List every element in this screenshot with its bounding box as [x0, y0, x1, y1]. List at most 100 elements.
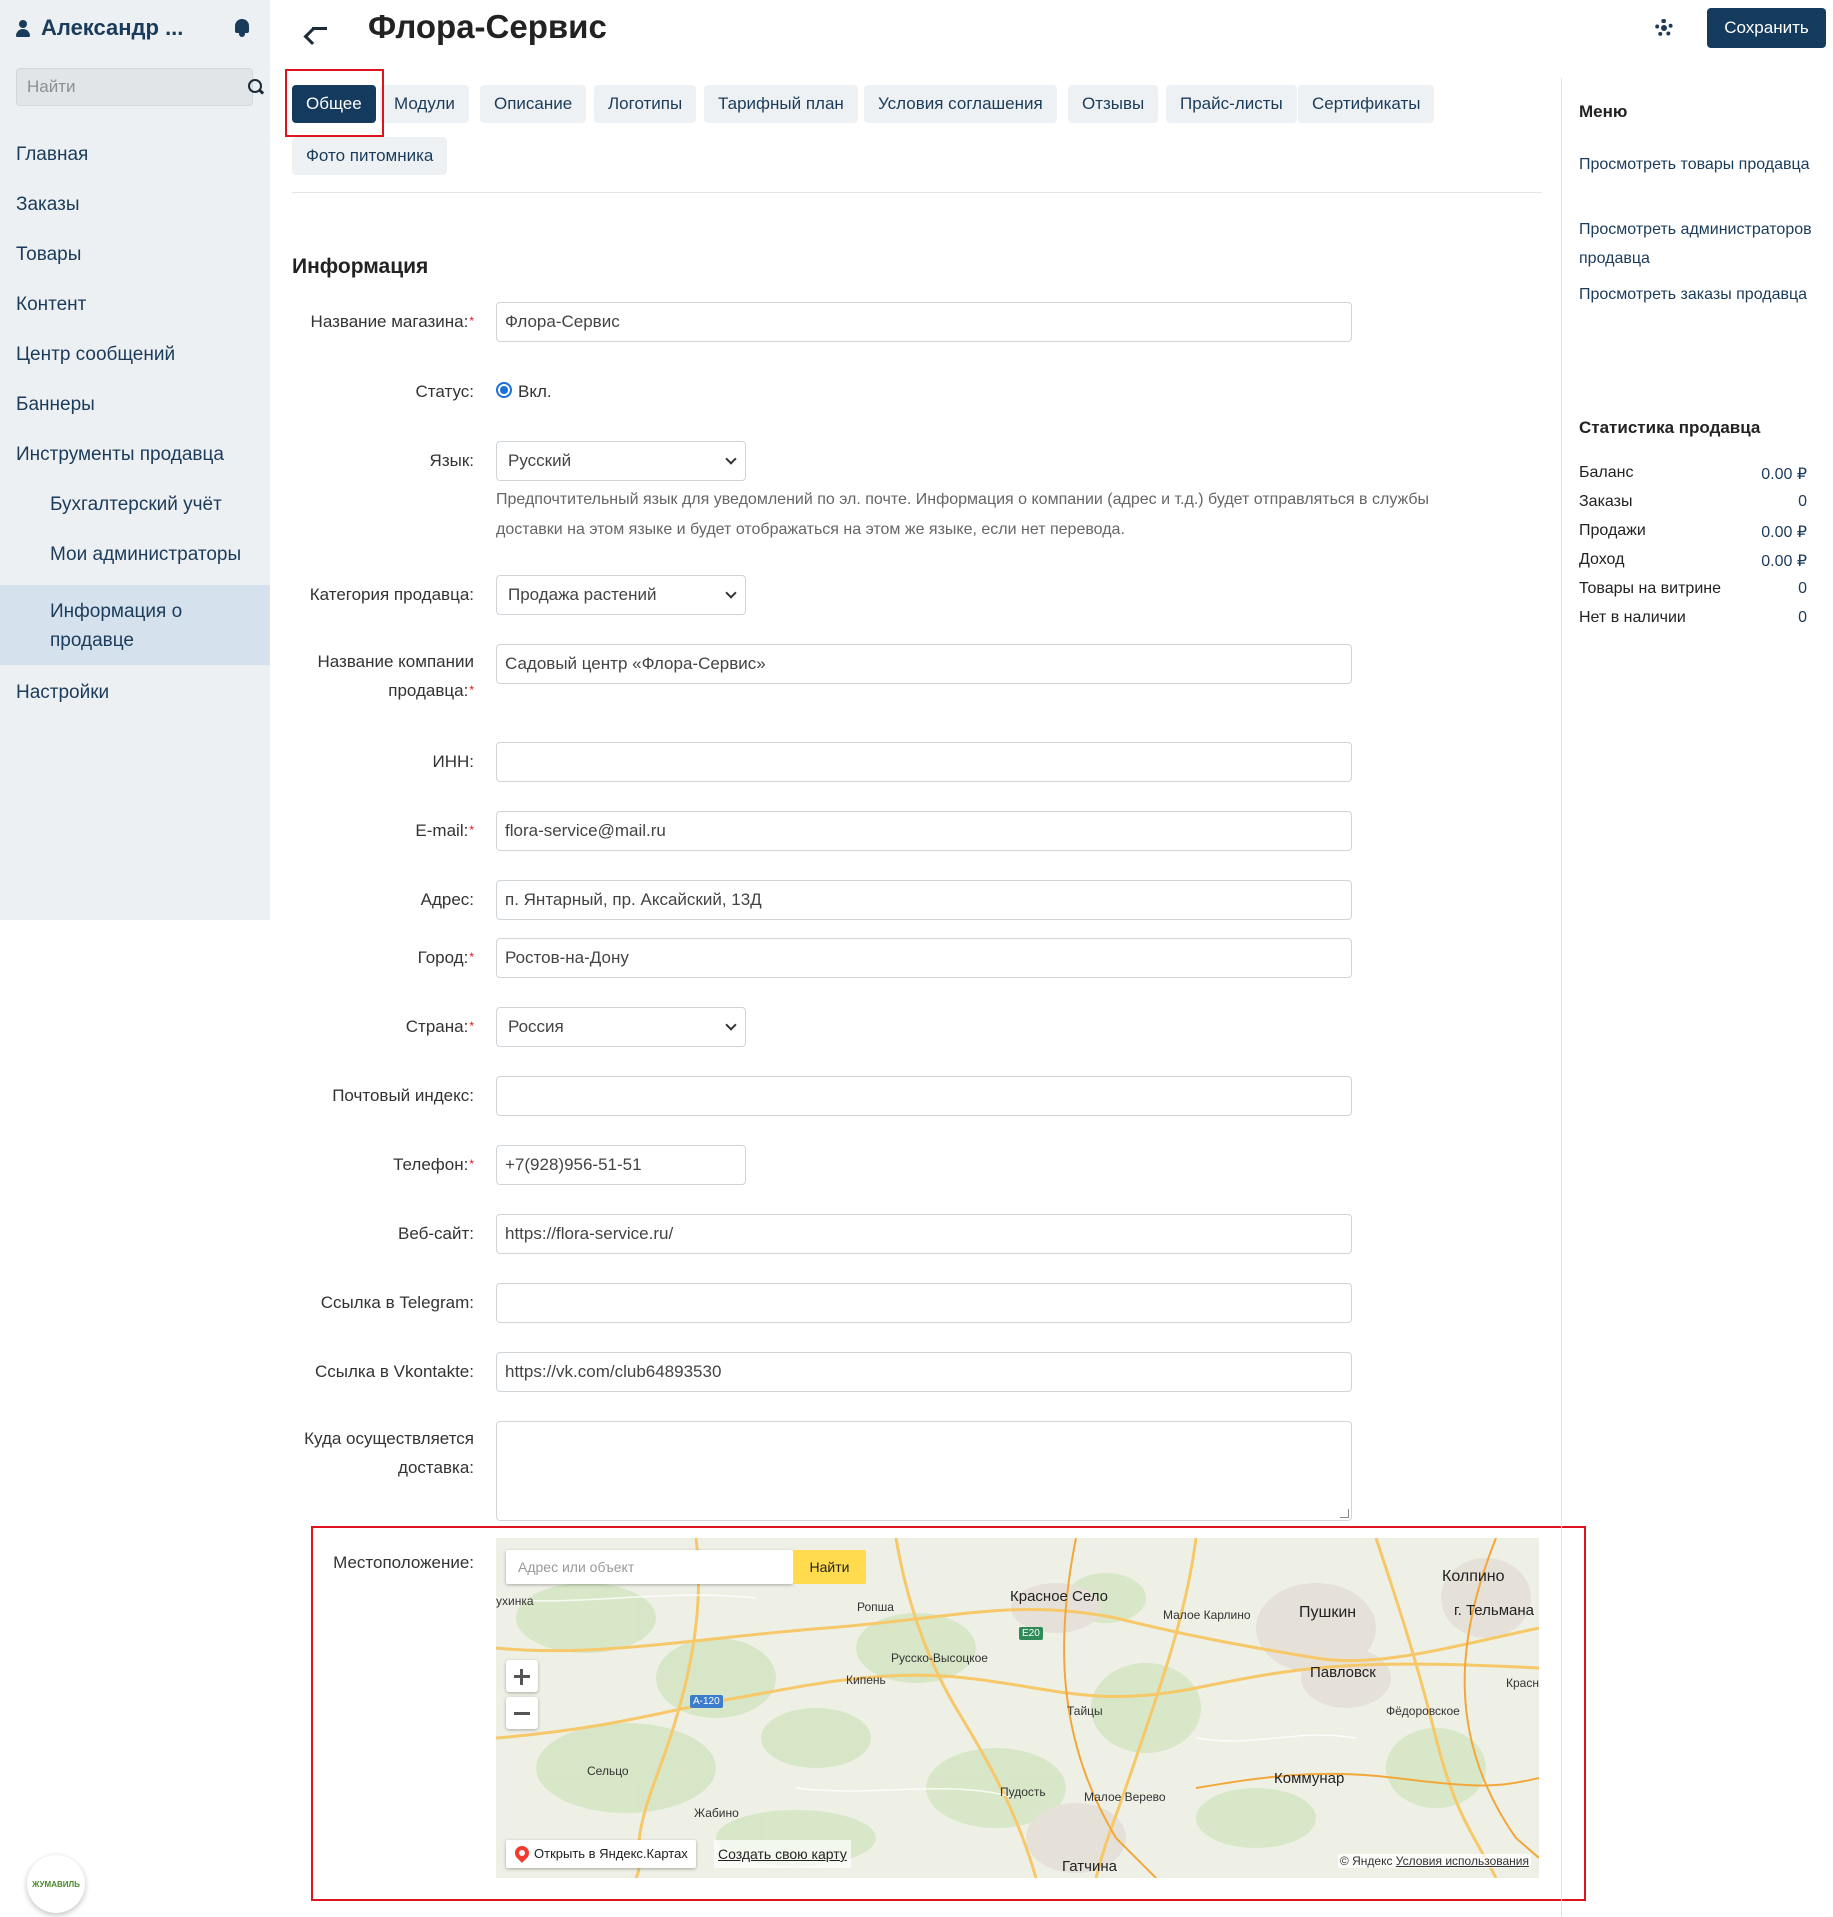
link-view-orders[interactable]: Просмотреть заказы продавца: [1579, 280, 1814, 309]
city-label: Город:*: [417, 948, 474, 967]
map-label: Гатчина: [1062, 1858, 1117, 1875]
website-input[interactable]: https://flora-service.ru/: [496, 1214, 1352, 1254]
telegram-input[interactable]: [496, 1283, 1352, 1323]
stat-row-orders: Заказы 0: [1579, 493, 1807, 511]
tab-tariff[interactable]: Тарифный план: [704, 85, 858, 123]
inn-input[interactable]: [496, 742, 1352, 782]
stat-label: Доход: [1579, 551, 1625, 568]
zip-input[interactable]: [496, 1076, 1352, 1116]
sidebar-item-home[interactable]: Главная: [0, 135, 270, 185]
sidebar-item-my-admins[interactable]: Мои администраторы: [0, 535, 270, 585]
sidebar-item-orders[interactable]: Заказы: [0, 185, 270, 235]
create-map-link[interactable]: Создать свою карту: [714, 1840, 851, 1868]
tab-logos[interactable]: Логотипы: [594, 85, 697, 123]
sidebar-item-settings[interactable]: Настройки: [0, 673, 270, 723]
sidebar-item-vendor-info[interactable]: Информация о продавце: [0, 585, 270, 665]
divider: [292, 192, 1542, 193]
map-label: Тайцы: [1067, 1704, 1103, 1718]
delivery-label: Куда осуществляется доставка:: [304, 1429, 474, 1477]
status-on-radio[interactable]: [496, 382, 512, 398]
tab-terms[interactable]: Условия соглашения: [864, 85, 1057, 123]
category-value: Продажа растений: [508, 585, 657, 604]
sidebar-item-vendor-tools[interactable]: Инструменты продавца: [0, 435, 270, 485]
tab-reviews[interactable]: Отзывы: [1068, 85, 1159, 123]
menu-title: Меню: [1579, 102, 1628, 121]
chevron-down-icon: [725, 453, 737, 465]
map-label: Кипень: [846, 1673, 886, 1687]
tab-modules[interactable]: Модули: [380, 85, 469, 123]
road-shield: E20: [1019, 1627, 1043, 1640]
user-name[interactable]: Александр ...: [41, 15, 233, 41]
category-label: Категория продавца:: [309, 585, 474, 604]
stat-row-on-showcase: Товары на витрине 0: [1579, 580, 1807, 598]
gear-icon[interactable]: [1655, 19, 1673, 37]
map-label: Ропша: [857, 1600, 894, 1614]
stat-label: Заказы: [1579, 493, 1633, 510]
map-label: Коммунар: [1274, 1770, 1345, 1787]
copyright-text: © Яндекс: [1339, 1854, 1393, 1868]
country-label: Страна:*: [405, 1017, 474, 1036]
sidebar-item-banners[interactable]: Баннеры: [0, 385, 270, 435]
map-label: Жабино: [694, 1806, 739, 1820]
yandex-map[interactable]: ухинка Колпино г. Тельмана Красное Село …: [496, 1538, 1539, 1878]
sidebar-item-messages[interactable]: Центр сообщений: [0, 335, 270, 385]
inn-label: ИНН:: [432, 752, 475, 771]
language-help: Предпочтительный язык для уведомлений по…: [496, 491, 1430, 538]
tab-nursery-photos[interactable]: Фото питомника: [292, 137, 448, 175]
status-on-label: Вкл.: [518, 382, 552, 401]
resize-handle-icon[interactable]: [1340, 1509, 1349, 1518]
language-value: Русский: [508, 451, 572, 470]
status-label: Статус:: [415, 382, 474, 401]
bell-icon[interactable]: [233, 18, 251, 38]
company-name-input[interactable]: Садовый центр «Флора-Сервис»: [496, 644, 1352, 684]
delivery-textarea[interactable]: [496, 1421, 1352, 1521]
zip-label: Почтовый индекс:: [332, 1086, 474, 1105]
open-in-yandex-maps-button[interactable]: Открыть в Яндекс.Картах: [506, 1840, 696, 1868]
zoom-in-icon[interactable]: [506, 1660, 538, 1692]
sidebar-item-products[interactable]: Товары: [0, 235, 270, 285]
sidebar: Александр ... Главная Заказы Товары Конт…: [0, 0, 270, 920]
country-select[interactable]: Россия: [496, 1007, 746, 1047]
stat-value: 0.00 ₽: [1761, 524, 1807, 541]
shop-name-input[interactable]: Флора-Сервис: [496, 302, 1352, 342]
stat-row-balance: Баланс 0.00 ₽: [1579, 464, 1807, 484]
map-label: Пудость: [1000, 1785, 1046, 1799]
back-arrow-icon[interactable]: [309, 18, 329, 38]
map-label: Пушкин: [1299, 1604, 1357, 1621]
email-input[interactable]: flora-service@mail.ru: [496, 811, 1352, 851]
map-label: Колпино: [1442, 1568, 1505, 1585]
user-icon: [16, 19, 30, 37]
tab-certificates[interactable]: Сертификаты: [1298, 85, 1435, 123]
search-input[interactable]: [27, 77, 248, 97]
map-label: Малое Карлино: [1163, 1608, 1251, 1622]
road-shield: А-120: [690, 1695, 723, 1708]
address-label: Адрес:: [420, 890, 474, 909]
location-label: Местоположение:: [333, 1553, 474, 1572]
address-input[interactable]: п. Янтарный, пр. Аксайский, 13Д: [496, 880, 1352, 920]
city-input[interactable]: Ростов-на-Дону: [496, 938, 1352, 978]
sidebar-item-accounting[interactable]: Бухгалтерский учёт: [0, 485, 270, 535]
phone-label: Телефон:*: [393, 1155, 474, 1174]
stat-value: 0.00 ₽: [1761, 466, 1807, 483]
zoom-out-icon[interactable]: [506, 1697, 538, 1729]
right-panel-divider: [1561, 78, 1562, 1917]
save-button[interactable]: Сохранить: [1707, 8, 1826, 48]
tab-description[interactable]: Описание: [480, 85, 587, 123]
tab-price-lists[interactable]: Прайс-листы: [1166, 85, 1297, 123]
language-select[interactable]: Русский: [496, 441, 746, 481]
map-search-input[interactable]: Адрес или объект: [506, 1550, 793, 1584]
vk-input[interactable]: https://vk.com/club64893530: [496, 1352, 1352, 1392]
language-label: Язык:: [429, 451, 474, 470]
link-view-admins[interactable]: Просмотреть администраторов продавца: [1579, 215, 1814, 273]
sidebar-item-content[interactable]: Контент: [0, 285, 270, 335]
phone-input[interactable]: +7(928)956-51-51: [496, 1145, 746, 1185]
user-menu[interactable]: Александр ...: [16, 10, 251, 46]
stat-row-sales: Продажи 0.00 ₽: [1579, 522, 1807, 542]
map-find-button[interactable]: Найти: [793, 1550, 866, 1584]
country-value: Россия: [508, 1017, 564, 1036]
link-view-products[interactable]: Просмотреть товары продавца: [1579, 150, 1814, 179]
map-label: Русско-Высоцкое: [891, 1651, 988, 1665]
category-select[interactable]: Продажа растений: [496, 575, 746, 615]
terms-link[interactable]: Условия использования: [1396, 1854, 1529, 1868]
map-label: Красное Село: [1010, 1588, 1108, 1605]
